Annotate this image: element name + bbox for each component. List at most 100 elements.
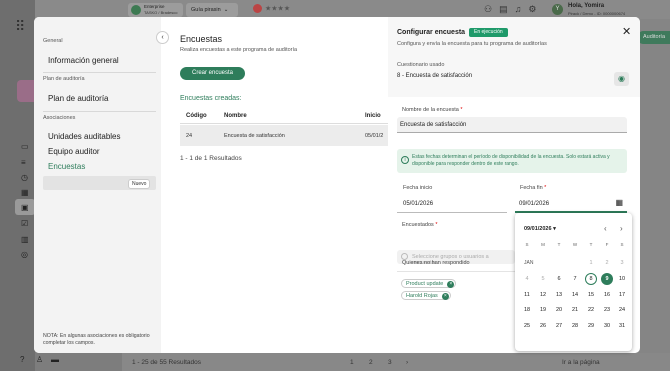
document-icon[interactable]: ▤: [499, 4, 515, 14]
divider: [43, 72, 156, 73]
chip-harold-rojas[interactable]: Harold Rojas ×: [401, 291, 451, 300]
calendar-day[interactable]: 15: [585, 289, 597, 301]
checkbox-icon[interactable]: ☑: [21, 219, 28, 228]
calendar-day[interactable]: 11: [521, 289, 533, 301]
calendar-day[interactable]: 17: [616, 289, 628, 301]
page-2[interactable]: 2: [369, 359, 373, 366]
sliders-icon[interactable]: ≡: [21, 158, 26, 167]
calendar-day[interactable]: 30: [601, 320, 613, 332]
calendar-day[interactable]: 18: [521, 304, 533, 316]
calendar-day[interactable]: 4: [521, 273, 533, 285]
calendar-day[interactable]: 3: [616, 257, 628, 269]
card-icon[interactable]: ▬: [51, 355, 59, 364]
user-name: Hola, Yomira: [568, 3, 605, 9]
calendar-day[interactable]: 20: [553, 304, 565, 316]
calendar-day[interactable]: 6: [553, 273, 565, 285]
folder-icon[interactable]: ▣: [21, 203, 29, 212]
calendar-icon[interactable]: ▦: [21, 188, 29, 197]
date-picker: 09/01/2026 ▾ ‹ › SMTWTFS JAN 1 2 3 4 5 6 7 8 9 10…: [515, 213, 632, 351]
calendar-day[interactable]: 1: [585, 257, 597, 269]
next-page-icon[interactable]: ›: [406, 359, 408, 366]
prev-month-icon[interactable]: ‹: [604, 224, 607, 233]
monitor-icon[interactable]: ▭: [21, 142, 29, 151]
calendar-day[interactable]: 25: [521, 320, 533, 332]
clock-icon[interactable]: ◷: [21, 173, 28, 182]
calendar-day[interactable]: 22: [585, 304, 597, 316]
close-icon[interactable]: ×: [447, 281, 455, 288]
nav-item-auditable-units[interactable]: Unidades auditables: [48, 132, 121, 141]
info-box: i Estas fechas determinan el período de …: [397, 149, 627, 173]
calendar-day[interactable]: 29: [585, 320, 597, 332]
weekday-header: T: [557, 242, 561, 247]
weekday-header: M: [541, 242, 545, 247]
rating-widget[interactable]: ★★★★: [253, 4, 290, 13]
questionnaire-label: Cuestionario usado: [397, 62, 445, 68]
target-icon[interactable]: ◎: [21, 250, 28, 259]
month-year-selector[interactable]: 09/01/2026 ▾: [524, 226, 556, 232]
user-sub: Pirack / Demo - ID: 0000000674: [568, 11, 626, 16]
table-row[interactable]: 24 Encuesta de satisfacción 05/01/2: [180, 125, 388, 146]
preview-eye-icon[interactable]: ◉: [614, 72, 629, 86]
chart-icon[interactable]: ▥: [21, 235, 29, 244]
nav-item-audit-team[interactable]: Equipo auditor: [48, 147, 100, 156]
enterprise-selector[interactable]: Enterprise TASKO / Bradesco: [128, 3, 183, 17]
survey-name-label: Nombre de la encuesta *: [402, 107, 463, 113]
pending-label: Quienes no han respondido: [402, 260, 470, 266]
apps-grid-icon[interactable]: ⠿: [15, 18, 25, 35]
close-icon[interactable]: ✕: [622, 25, 631, 38]
cell-start: 05/01/2: [365, 133, 384, 139]
page-1[interactable]: 1: [350, 359, 354, 366]
background-pagination: 1 - 25 de 55 Resultados 1 2 3 › Ir a la …: [122, 353, 670, 371]
col-code[interactable]: Código: [186, 113, 207, 119]
calendar-day[interactable]: 28: [569, 320, 581, 332]
calendar-day[interactable]: 21: [569, 304, 581, 316]
nav-item-general-info[interactable]: Información general: [48, 56, 119, 65]
calendar-day[interactable]: 14: [569, 289, 581, 301]
close-icon[interactable]: ×: [441, 293, 449, 300]
calendar-day[interactable]: 24: [616, 304, 628, 316]
guide-selector[interactable]: Guía pirasin ⌄: [186, 3, 238, 17]
calendar-day[interactable]: 19: [537, 304, 549, 316]
bell-icon[interactable]: ♫: [515, 4, 529, 14]
weekday-header: F: [605, 242, 609, 247]
calendar-day[interactable]: 31: [616, 320, 628, 332]
help-icon[interactable]: ?: [20, 355, 24, 364]
calendar-day[interactable]: 8: [585, 273, 597, 285]
col-name[interactable]: Nombre: [224, 113, 247, 119]
start-date-input[interactable]: 05/01/2026: [397, 195, 507, 213]
calendar-day[interactable]: 12: [537, 289, 549, 301]
calendar-day[interactable]: 13: [553, 289, 565, 301]
end-date-input[interactable]: 09/01/2026 ▦: [515, 195, 627, 213]
survey-name-input[interactable]: Encuesta de satisfacción: [397, 117, 627, 133]
calendar-day[interactable]: 2: [601, 257, 613, 269]
start-date-label: Fecha inicio: [403, 185, 433, 191]
calendar-day[interactable]: 26: [537, 320, 549, 332]
calendar-day[interactable]: 9: [601, 273, 613, 285]
chip-product-update[interactable]: Product update ×: [401, 279, 457, 288]
info-text: Estas fechas determinan el período de di…: [412, 154, 610, 167]
top-icons: ⚇▤♫⚙: [484, 4, 543, 15]
calendar-day[interactable]: 27: [553, 320, 565, 332]
calendar-day[interactable]: 23: [601, 304, 613, 316]
table-range: 1 - 1 de 1 Resultados: [180, 155, 242, 162]
calendar-icon[interactable]: ▦: [615, 198, 623, 207]
nav-item-audit-plan[interactable]: Plan de auditoría: [48, 94, 109, 103]
gear-icon[interactable]: ⚙: [528, 4, 543, 14]
create-survey-button[interactable]: Crear encuesta: [180, 67, 245, 80]
col-start[interactable]: Inicio: [365, 113, 381, 119]
people-icon[interactable]: ⚇: [484, 4, 499, 14]
background-audit-button[interactable]: Auditoría: [637, 31, 670, 44]
add-icon: [401, 253, 408, 260]
nav-item-surveys[interactable]: Encuestas: [48, 162, 85, 171]
nav-section-general: General: [43, 38, 63, 44]
next-month-icon[interactable]: ›: [620, 224, 623, 233]
person-icon[interactable]: ♙: [36, 355, 43, 364]
page-3[interactable]: 3: [388, 359, 392, 366]
nav-section-associations: Asociaciones: [43, 115, 76, 121]
chevron-down-icon: ⌄: [222, 7, 229, 13]
calendar-day[interactable]: 16: [601, 289, 613, 301]
collapse-nav-button[interactable]: ‹: [156, 31, 169, 44]
calendar-day[interactable]: 7: [569, 273, 581, 285]
calendar-day[interactable]: 10: [616, 273, 628, 285]
calendar-day[interactable]: 5: [537, 273, 549, 285]
